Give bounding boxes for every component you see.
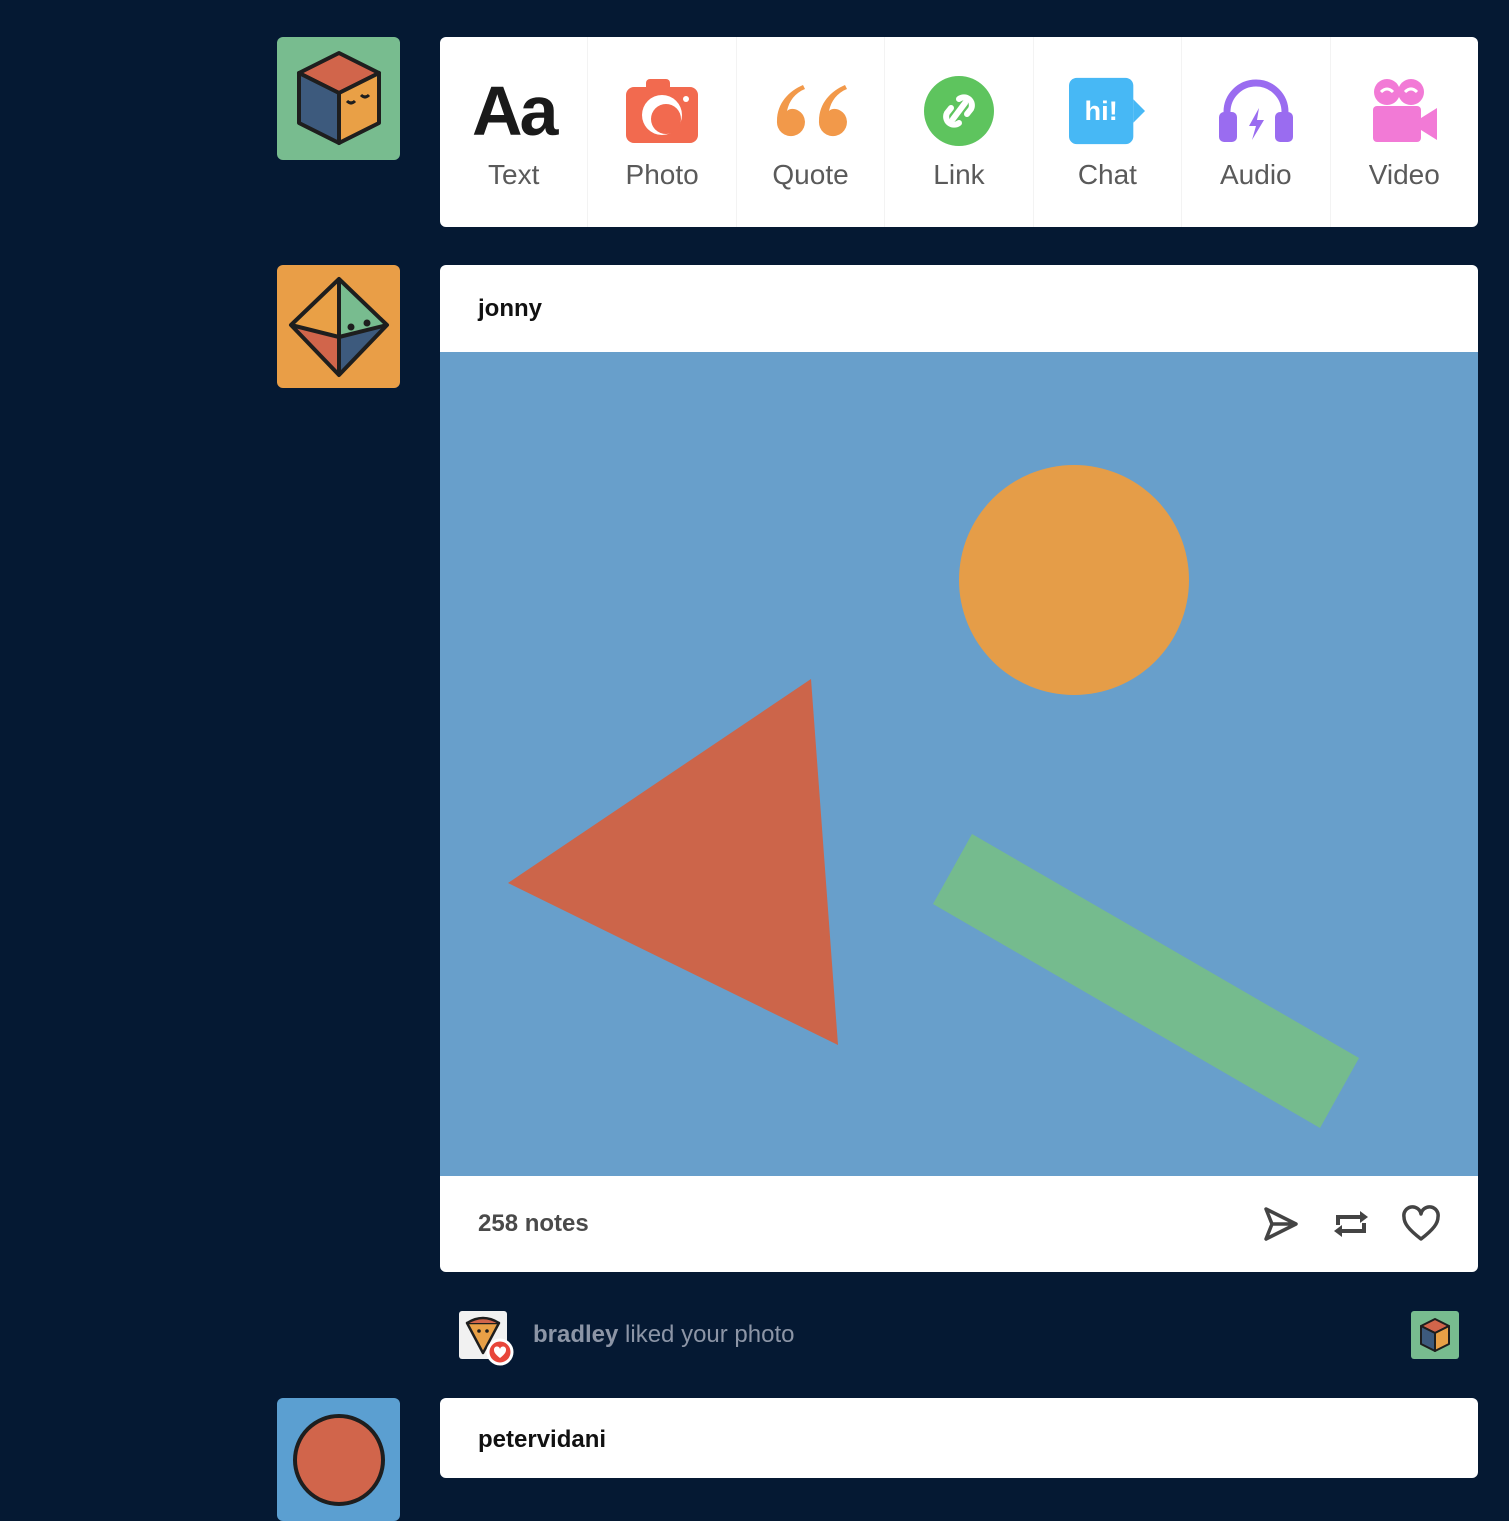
next-post-card: petervidani bbox=[440, 1398, 1478, 1478]
post-type-label: Text bbox=[488, 159, 540, 190]
post-type-audio[interactable]: Audio bbox=[1182, 37, 1331, 227]
post-type-label: Chat bbox=[1077, 159, 1137, 190]
next-post-author-name[interactable]: petervidani bbox=[478, 1426, 606, 1454]
activity-user-avatar[interactable] bbox=[459, 1311, 514, 1366]
post-type-label: Quote bbox=[772, 159, 849, 190]
post-type-quote[interactable]: Quote bbox=[737, 37, 886, 227]
activity-item[interactable]: bradley liked your photo bbox=[459, 1311, 1459, 1366]
cube-avatar-icon bbox=[297, 51, 381, 145]
share-icon[interactable] bbox=[1262, 1205, 1300, 1243]
post-type-chat[interactable]: hi! Chat bbox=[1034, 37, 1183, 227]
octahedron-avatar-icon bbox=[289, 277, 389, 377]
quote-icon bbox=[773, 75, 849, 147]
video-camera-icon bbox=[1366, 75, 1442, 147]
link-icon bbox=[921, 75, 997, 147]
post-type-bar: Aa Text Photo Quote Link hi! Chat Audio … bbox=[440, 37, 1478, 227]
post-photo[interactable] bbox=[440, 352, 1478, 1176]
sphere-avatar-icon bbox=[293, 1414, 385, 1506]
post-type-text[interactable]: Aa Text bbox=[440, 37, 589, 227]
post-actions bbox=[1262, 1205, 1440, 1243]
activity-post-thumbnail[interactable] bbox=[1411, 1311, 1459, 1359]
next-post-author-avatar[interactable] bbox=[277, 1398, 400, 1521]
post-header: jonny bbox=[440, 265, 1478, 352]
photo-circle bbox=[959, 465, 1189, 695]
post-footer: 258 notes bbox=[440, 1176, 1478, 1272]
chat-glyph: hi! bbox=[1085, 95, 1118, 126]
activity-action: liked your photo bbox=[625, 1321, 795, 1348]
activity-user-name[interactable]: bradley bbox=[533, 1321, 618, 1348]
headphones-icon bbox=[1218, 75, 1294, 147]
post-type-link[interactable]: Link bbox=[885, 37, 1034, 227]
camera-icon bbox=[624, 75, 700, 147]
post-type-video[interactable]: Video bbox=[1331, 37, 1478, 227]
like-heart-icon[interactable] bbox=[1402, 1205, 1440, 1243]
text-icon: Aa bbox=[471, 72, 559, 150]
post-type-label: Video bbox=[1368, 159, 1440, 190]
post-card: jonny 258 notes bbox=[440, 265, 1478, 1272]
post-type-label: Audio bbox=[1220, 159, 1292, 190]
activity-text: bradley liked your photo bbox=[533, 1321, 795, 1349]
post-author-name[interactable]: jonny bbox=[478, 295, 542, 323]
post-author-avatar[interactable] bbox=[277, 265, 400, 388]
chat-icon: hi! bbox=[1069, 75, 1146, 147]
post-type-photo[interactable]: Photo bbox=[588, 37, 737, 227]
notes-count[interactable]: 258 notes bbox=[478, 1210, 589, 1238]
post-type-label: Photo bbox=[625, 159, 699, 190]
post-type-label: Link bbox=[933, 159, 985, 190]
reblog-icon[interactable] bbox=[1332, 1205, 1370, 1243]
user-avatar[interactable] bbox=[277, 37, 400, 160]
